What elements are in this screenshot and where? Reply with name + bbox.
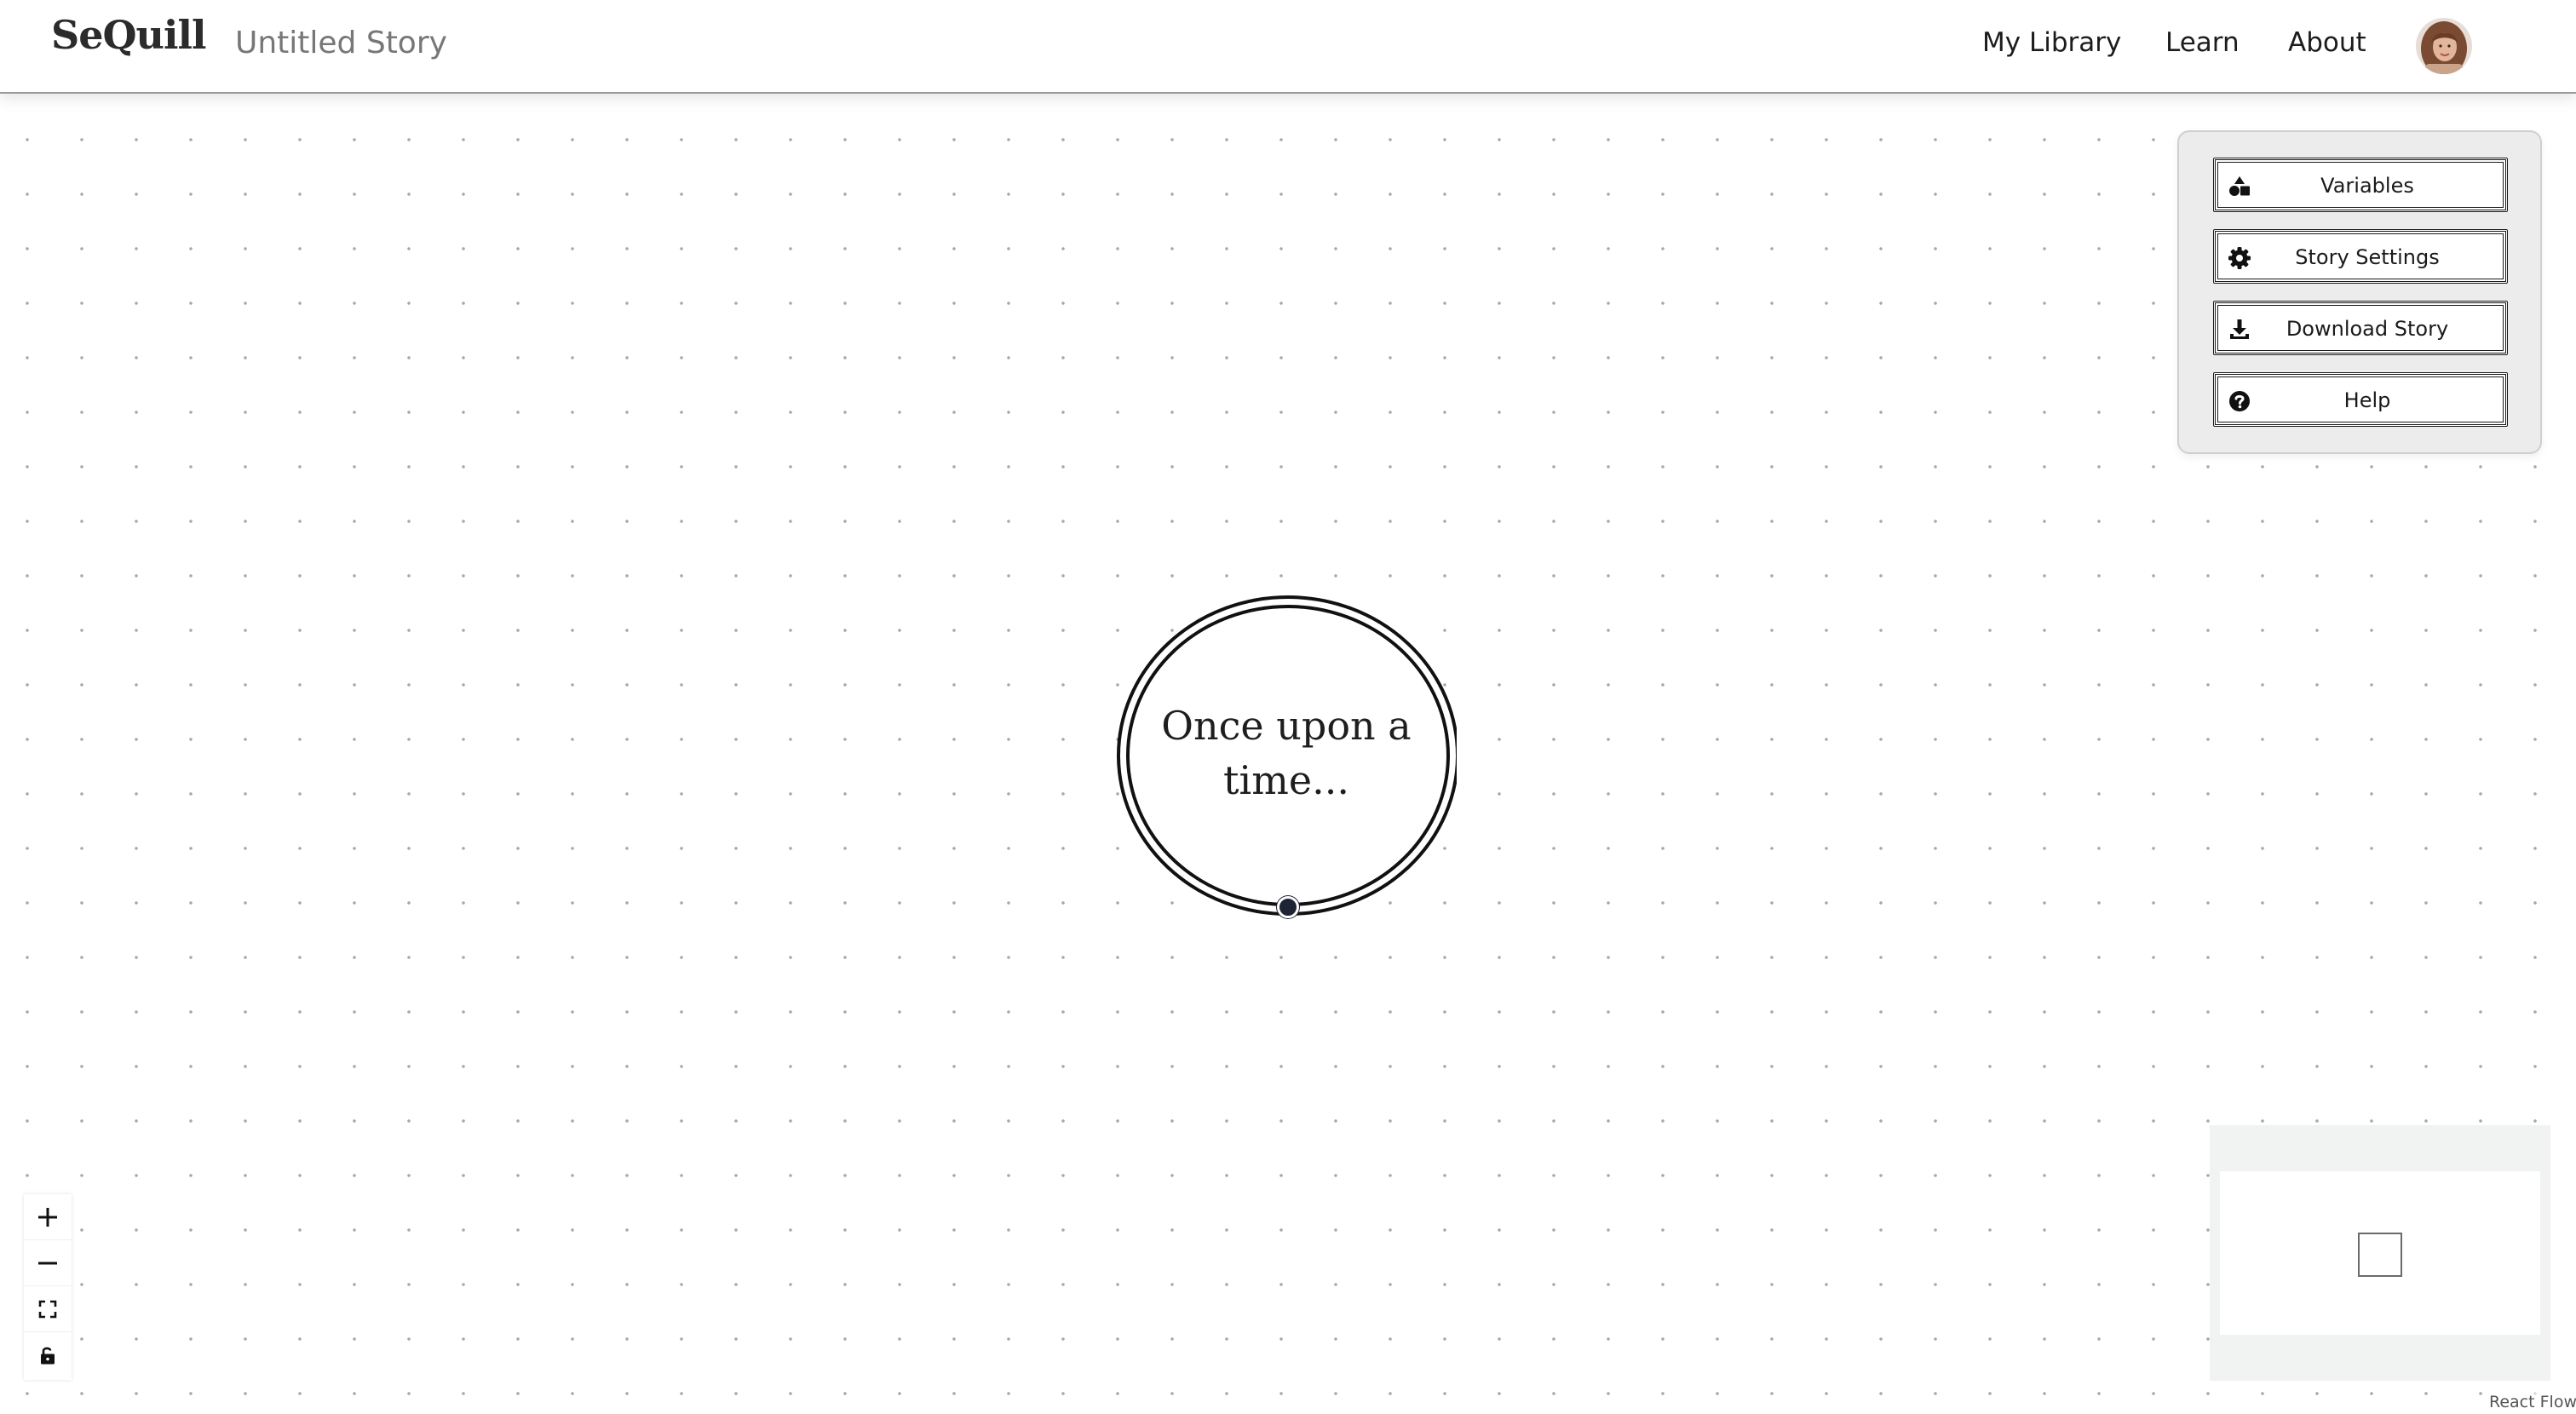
zoom-in-button[interactable] — [24, 1194, 72, 1240]
toggle-interactivity-button[interactable] — [24, 1332, 72, 1378]
zoom-out-button[interactable] — [24, 1240, 72, 1286]
fit-view-button[interactable] — [24, 1286, 72, 1332]
avatar-image — [2416, 18, 2472, 74]
lock-icon — [41, 1347, 55, 1365]
help-button-label: Help — [2343, 388, 2391, 412]
variables-button-label: Variables — [2320, 174, 2414, 198]
plus-icon — [38, 1208, 57, 1227]
download-story-button-label: Download Story — [2286, 317, 2449, 341]
canvas-controls — [24, 1194, 72, 1380]
story-tools-panel: Variables Story Settings Download Story — [2177, 130, 2542, 454]
variables-button[interactable]: Variables — [2213, 158, 2508, 212]
start-node-text: Once upon a time... — [1161, 703, 1412, 803]
story-title[interactable]: Untitled Story — [235, 26, 447, 60]
user-avatar[interactable] — [2416, 18, 2472, 74]
start-node[interactable]: Once upon a time... — [1116, 592, 1457, 916]
nav-learn[interactable]: Learn — [2165, 27, 2240, 58]
nav-my-library[interactable]: My Library — [1982, 27, 2121, 58]
nav-about[interactable]: About — [2288, 27, 2366, 58]
react-flow-attribution[interactable]: React Flow — [2487, 1390, 2576, 1414]
story-settings-button[interactable]: Story Settings — [2213, 229, 2508, 284]
download-story-button[interactable]: Download Story — [2213, 301, 2508, 355]
story-settings-button-label: Story Settings — [2295, 245, 2440, 269]
fit-view-icon — [38, 1300, 57, 1319]
minimap-node — [2358, 1233, 2402, 1277]
app-logo[interactable]: SeQuill — [51, 12, 206, 58]
minus-icon — [38, 1262, 57, 1265]
node-source-handle[interactable] — [1277, 896, 1299, 918]
help-button[interactable]: Help — [2213, 372, 2508, 427]
top-bar: SeQuill Untitled Story My Library Learn … — [0, 0, 2576, 94]
minimap[interactable] — [2210, 1125, 2550, 1381]
